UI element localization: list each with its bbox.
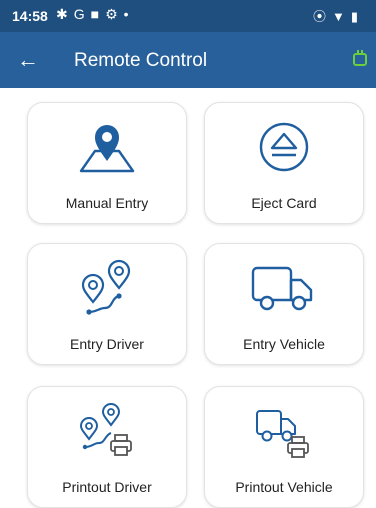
folder-icon: ■ <box>90 6 106 22</box>
card-label: Printout Vehicle <box>235 479 333 495</box>
dot-icon: • <box>123 6 135 22</box>
plug-icon <box>352 48 368 73</box>
location-icon: ⦿ <box>312 9 332 24</box>
truck-print-icon <box>205 401 363 461</box>
truck-icon <box>205 258 363 318</box>
page-title: Remote Control <box>74 50 208 71</box>
printout-driver-card[interactable]: Printout Driver <box>27 386 187 508</box>
status-left-icons: ✱G■⚙• <box>56 6 135 23</box>
card-label: Eject Card <box>251 195 317 211</box>
battery-icon: ▮ <box>350 9 364 24</box>
printout-vehicle-card[interactable]: Printout Vehicle <box>204 386 364 508</box>
status-bar: 14:58 ✱G■⚙• ⦿▼▮ <box>0 0 376 32</box>
wifi-icon: ▼ <box>331 9 351 24</box>
arrow-left-icon: ← <box>17 47 39 72</box>
remote-control-grid: Manual Entry Eject Card Entry Driver Ent… <box>0 88 376 508</box>
gear-icon: ✱ <box>56 6 74 22</box>
map-pin-area-icon <box>28 117 186 177</box>
manual-entry-card[interactable]: Manual Entry <box>27 102 187 224</box>
app-bar: ← Remote Control <box>0 32 376 88</box>
route-pins-icon <box>28 258 186 318</box>
settings-icon: ⚙ <box>105 6 124 22</box>
entry-driver-card[interactable]: Entry Driver <box>27 243 187 365</box>
status-time: 14:58 <box>12 8 48 24</box>
route-print-icon <box>28 401 186 461</box>
card-label: Printout Driver <box>62 479 152 495</box>
eject-icon <box>205 117 363 177</box>
back-button[interactable]: ← <box>14 46 42 74</box>
status-right-icons: ⦿▼▮ <box>313 6 364 25</box>
eject-card-card[interactable]: Eject Card <box>204 102 364 224</box>
card-label: Entry Vehicle <box>243 336 325 352</box>
card-label: Manual Entry <box>65 195 149 211</box>
entry-vehicle-card[interactable]: Entry Vehicle <box>204 243 364 365</box>
card-label: Entry Driver <box>70 336 144 352</box>
google-icon: G <box>73 6 91 22</box>
